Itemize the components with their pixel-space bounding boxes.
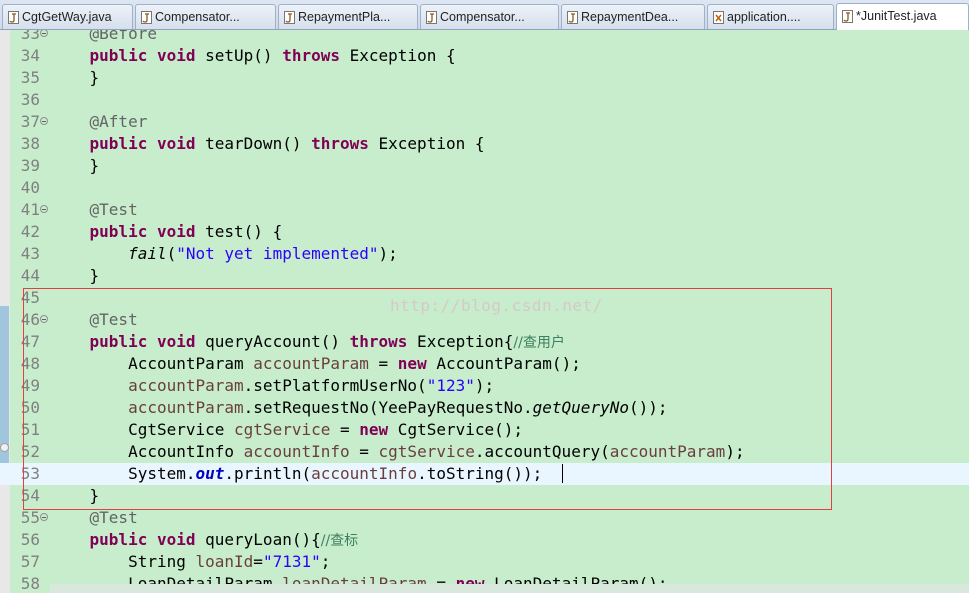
- code-line[interactable]: 57 String loanId="7131";: [0, 551, 969, 573]
- code-line[interactable]: 55 @Test: [0, 507, 969, 529]
- line-number: 55: [20, 508, 40, 527]
- editor-tab[interactable]: CgtGetWay.java: [2, 4, 133, 29]
- code-text: @Before: [89, 30, 157, 43]
- java-file-icon: [426, 11, 437, 24]
- line-number: 38: [20, 134, 40, 153]
- line-number: 57: [20, 552, 40, 571]
- line-number: 43: [20, 244, 40, 263]
- editor-tab[interactable]: application....: [707, 4, 834, 29]
- line-number: 42: [20, 222, 40, 241]
- code-line[interactable]: 33 @Before: [0, 30, 969, 45]
- xml-file-icon: [713, 11, 724, 24]
- editor-tab[interactable]: *JunitTest.java: [836, 3, 969, 30]
- editor-tab[interactable]: RepaymentDea...: [561, 4, 705, 29]
- fold-toggle-icon[interactable]: [40, 117, 48, 125]
- fold-toggle-icon[interactable]: [40, 205, 48, 213]
- java-file-icon: [8, 11, 19, 24]
- editor-tab-bar: CgtGetWay.java Compensator... RepaymentPla…: [0, 0, 969, 30]
- editor-tab[interactable]: Compensator...: [135, 4, 276, 29]
- tab-label: Compensator...: [155, 10, 240, 24]
- line-number: 34: [20, 46, 40, 65]
- code-line[interactable]: 35 }: [0, 67, 969, 89]
- editor-tab[interactable]: RepaymentPla...: [278, 4, 418, 29]
- line-number: 35: [20, 68, 40, 87]
- text-caret: [562, 464, 563, 483]
- line-number: 37: [20, 112, 40, 131]
- horizontal-scrollbar[interactable]: [50, 584, 969, 593]
- line-number: 39: [20, 156, 40, 175]
- tab-label: *JunitTest.java: [856, 9, 937, 23]
- fold-toggle-icon[interactable]: [40, 30, 48, 37]
- java-file-icon: [842, 10, 853, 23]
- tab-label: RepaymentPla...: [298, 10, 391, 24]
- code-line[interactable]: 40: [0, 177, 969, 199]
- highlight-box: [23, 288, 832, 510]
- code-line[interactable]: 41 @Test: [0, 199, 969, 221]
- tab-label: Compensator...: [440, 10, 525, 24]
- line-number: 58: [20, 574, 40, 593]
- code-text: @After: [89, 112, 148, 131]
- code-line[interactable]: 39 }: [0, 155, 969, 177]
- watermark: http://blog.csdn.net/: [390, 296, 603, 315]
- code-line[interactable]: 37 @After: [0, 111, 969, 133]
- code-text: String loanId="7131";: [51, 552, 331, 571]
- code-text: }: [51, 266, 100, 285]
- java-file-icon: [141, 11, 152, 24]
- code-text: fail("Not yet implemented");: [128, 244, 398, 263]
- code-text: public void test() {: [89, 222, 283, 241]
- code-line[interactable]: 42 public void test() {: [0, 221, 969, 243]
- line-number: 33: [20, 30, 40, 43]
- editor-tab[interactable]: Compensator...: [420, 4, 559, 29]
- fold-toggle-icon[interactable]: [40, 513, 48, 521]
- code-line[interactable]: 36: [0, 89, 969, 111]
- java-file-icon: [284, 11, 295, 24]
- tab-label: application....: [727, 10, 801, 24]
- code-text: public void tearDown() throws Exception …: [89, 134, 485, 153]
- code-line[interactable]: 43 fail("Not yet implemented");: [0, 243, 969, 265]
- code-text: @Test: [89, 508, 138, 527]
- line-number: 41: [20, 200, 40, 219]
- tab-label: RepaymentDea...: [581, 10, 679, 24]
- line-number: 36: [20, 90, 40, 109]
- line-number: 44: [20, 266, 40, 285]
- code-text: }: [51, 68, 100, 87]
- line-number: 40: [20, 178, 40, 197]
- line-number: 56: [20, 530, 40, 549]
- tab-label: CgtGetWay.java: [22, 10, 112, 24]
- code-text: @Test: [89, 200, 138, 219]
- code-line[interactable]: 34 public void setUp() throws Exception …: [0, 45, 969, 67]
- code-text: public void setUp() throws Exception {: [89, 46, 456, 65]
- code-text: }: [51, 156, 100, 175]
- code-line[interactable]: 56 public void queryLoan(){//查标: [0, 529, 969, 551]
- code-line[interactable]: 44 }: [0, 265, 969, 287]
- java-file-icon: [567, 11, 578, 24]
- code-line[interactable]: 38 public void tearDown() throws Excepti…: [0, 133, 969, 155]
- code-editor[interactable]: 33 @Before 34 public void setUp() throws …: [0, 30, 969, 593]
- code-text: public void queryLoan(){//查标: [89, 530, 359, 549]
